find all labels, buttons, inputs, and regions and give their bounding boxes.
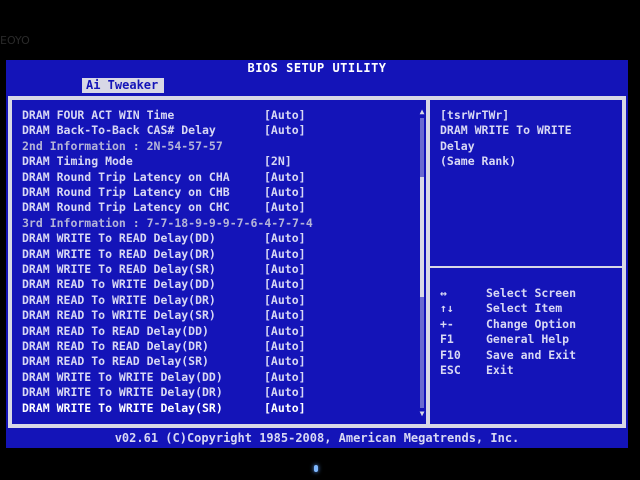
- key-legend-row: F10 Save and Exit: [440, 348, 620, 363]
- setting-label: 2nd Information : 2N-54-57-57: [22, 138, 223, 153]
- key-legend-row: ↑↓ Select Item: [440, 301, 620, 316]
- setting-label: DRAM WRITE To READ Delay(DD): [22, 231, 216, 246]
- setting-value[interactable]: [Auto]: [264, 123, 306, 138]
- setting-value[interactable]: [Auto]: [264, 247, 306, 262]
- key-name: F10: [440, 347, 461, 362]
- setting-row[interactable]: DRAM READ To READ Delay(DD) [Auto]: [22, 324, 422, 339]
- setting-label: DRAM READ To WRITE Delay(SR): [22, 308, 216, 323]
- monitor-brand-logo: EOYO: [0, 34, 30, 47]
- setting-label: DRAM Round Trip Latency on CHB: [22, 185, 230, 199]
- setting-value[interactable]: [Auto]: [264, 370, 306, 385]
- key-legend-row: ↔ Select Screen: [440, 286, 620, 301]
- key-description: Change Option: [486, 316, 577, 331]
- setting-label: DRAM READ To WRITE Delay(DR): [22, 292, 216, 307]
- key-name: +-: [440, 316, 454, 331]
- key-description: Save and Exit: [486, 347, 577, 362]
- key-legend-row: F1 General Help: [440, 332, 620, 347]
- key-description: Select Screen: [486, 286, 577, 300]
- tab-strip: Ai Tweaker: [6, 76, 628, 94]
- info-row: 2nd Information : 2N-54-57-57: [22, 139, 422, 154]
- setting-value[interactable]: [Auto]: [264, 231, 306, 246]
- setting-value[interactable]: [Auto]: [264, 262, 306, 277]
- key-description: Select Item: [486, 301, 563, 316]
- setting-row[interactable]: DRAM READ To READ Delay(SR) [Auto]: [22, 354, 422, 369]
- setting-label: DRAM READ To READ Delay(DD): [22, 323, 209, 338]
- setting-row[interactable]: DRAM WRITE To READ Delay(SR) [Auto]: [22, 262, 422, 277]
- key-name: ESC: [440, 363, 461, 377]
- setting-label: DRAM Timing Mode: [22, 154, 133, 169]
- key-description: General Help: [486, 332, 570, 347]
- setting-row[interactable]: DRAM Timing Mode [2N]: [22, 154, 422, 169]
- settings-pane: ▲ ▼ DRAM FOUR ACT WIN Time [Auto] DRAM Bac…: [12, 100, 426, 424]
- bios-screen: BIOS SETUP UTILITY Ai Tweaker ▲ ▼ DRAM F…: [6, 60, 628, 448]
- setting-row[interactable]: DRAM FOUR ACT WIN Time [Auto]: [22, 108, 422, 123]
- setting-label: DRAM Round Trip Latency on CHA: [22, 169, 230, 184]
- setting-label: DRAM READ To WRITE Delay(DD): [22, 277, 216, 292]
- setting-value[interactable]: [Auto]: [264, 277, 306, 292]
- setting-row[interactable]: DRAM READ To READ Delay(DR) [Auto]: [22, 339, 422, 354]
- setting-value[interactable]: [Auto]: [264, 308, 306, 323]
- setting-row[interactable]: DRAM WRITE To READ Delay(DR) [Auto]: [22, 247, 422, 262]
- help-text-line: (Same Rank): [440, 154, 517, 169]
- bios-title: BIOS SETUP UTILITY: [6, 60, 628, 76]
- setting-label: DRAM READ To READ Delay(SR): [22, 354, 209, 369]
- setting-label: DRAM WRITE To READ Delay(SR): [22, 262, 216, 276]
- key-description: Exit: [486, 363, 514, 377]
- setting-value[interactable]: [Auto]: [264, 108, 306, 123]
- setting-value[interactable]: [Auto]: [264, 185, 306, 200]
- setting-label: DRAM WRITE To WRITE Delay(SR): [22, 400, 223, 415]
- setting-label: DRAM READ To READ Delay(DR): [22, 339, 209, 353]
- setting-value[interactable]: [Auto]: [264, 293, 306, 308]
- setting-value[interactable]: [Auto]: [264, 200, 306, 215]
- tab-ai-tweaker[interactable]: Ai Tweaker: [82, 78, 164, 93]
- setting-row[interactable]: DRAM WRITE To WRITE Delay(DD) [Auto]: [22, 370, 422, 385]
- setting-label: DRAM Back-To-Back CAS# Delay: [22, 123, 216, 138]
- setting-value[interactable]: [Auto]: [264, 324, 306, 339]
- key-name: F1: [440, 332, 454, 347]
- setting-value[interactable]: [Auto]: [264, 401, 306, 416]
- key-name: ↑↓: [440, 301, 454, 316]
- setting-row[interactable]: DRAM READ To WRITE Delay(DR) [Auto]: [22, 293, 422, 308]
- copyright-footer: v02.61 (C)Copyright 1985-2008, American …: [6, 430, 628, 446]
- setting-value[interactable]: [2N]: [264, 154, 292, 169]
- help-text-line: Delay: [440, 138, 475, 153]
- setting-label: DRAM FOUR ACT WIN Time: [22, 108, 175, 122]
- help-divider: [430, 266, 622, 268]
- setting-row[interactable]: DRAM WRITE To WRITE Delay(DR) [Auto]: [22, 385, 422, 400]
- setting-label: DRAM WRITE To READ Delay(DR): [22, 246, 216, 261]
- setting-value[interactable]: [Auto]: [264, 170, 306, 185]
- setting-row[interactable]: DRAM READ To WRITE Delay(DD) [Auto]: [22, 277, 422, 292]
- setting-row[interactable]: DRAM WRITE To READ Delay(DD) [Auto]: [22, 231, 422, 246]
- power-led-icon: [314, 465, 318, 472]
- setting-value[interactable]: [Auto]: [264, 354, 306, 369]
- key-name: ↔: [440, 286, 447, 300]
- setting-row[interactable]: DRAM Round Trip Latency on CHA [Auto]: [22, 170, 422, 185]
- setting-row[interactable]: DRAM READ To WRITE Delay(SR) [Auto]: [22, 308, 422, 323]
- setting-row[interactable]: DRAM Round Trip Latency on CHB [Auto]: [22, 185, 422, 200]
- setting-value[interactable]: [Auto]: [264, 385, 306, 400]
- key-legend-row: ESC Exit: [440, 363, 620, 378]
- setting-label: DRAM WRITE To WRITE Delay(DD): [22, 369, 223, 384]
- setting-row[interactable]: DRAM WRITE To WRITE Delay(SR) [Auto]: [22, 401, 422, 416]
- help-text-line: DRAM WRITE To WRITE: [440, 123, 572, 138]
- setting-row[interactable]: DRAM Back-To-Back CAS# Delay [Auto]: [22, 123, 422, 138]
- help-text-line: [tsrWrTWr]: [440, 108, 510, 122]
- key-legend-row: +- Change Option: [440, 317, 620, 332]
- info-row: 3rd Information : 7-7-18-9-9-9-7-6-4-7-7…: [22, 216, 422, 231]
- setting-row[interactable]: DRAM Round Trip Latency on CHC [Auto]: [22, 200, 422, 215]
- help-pane: [tsrWrTWr] DRAM WRITE To WRITE Delay (Same …: [430, 100, 622, 424]
- setting-label: DRAM WRITE To WRITE Delay(DR): [22, 385, 223, 400]
- setting-label: 3rd Information : 7-7-18-9-9-9-7-6-4-7-7…: [22, 215, 313, 230]
- main-frame: ▲ ▼ DRAM FOUR ACT WIN Time [Auto] DRAM Bac…: [8, 96, 626, 428]
- setting-value[interactable]: [Auto]: [264, 339, 306, 354]
- setting-label: DRAM Round Trip Latency on CHC: [22, 200, 230, 215]
